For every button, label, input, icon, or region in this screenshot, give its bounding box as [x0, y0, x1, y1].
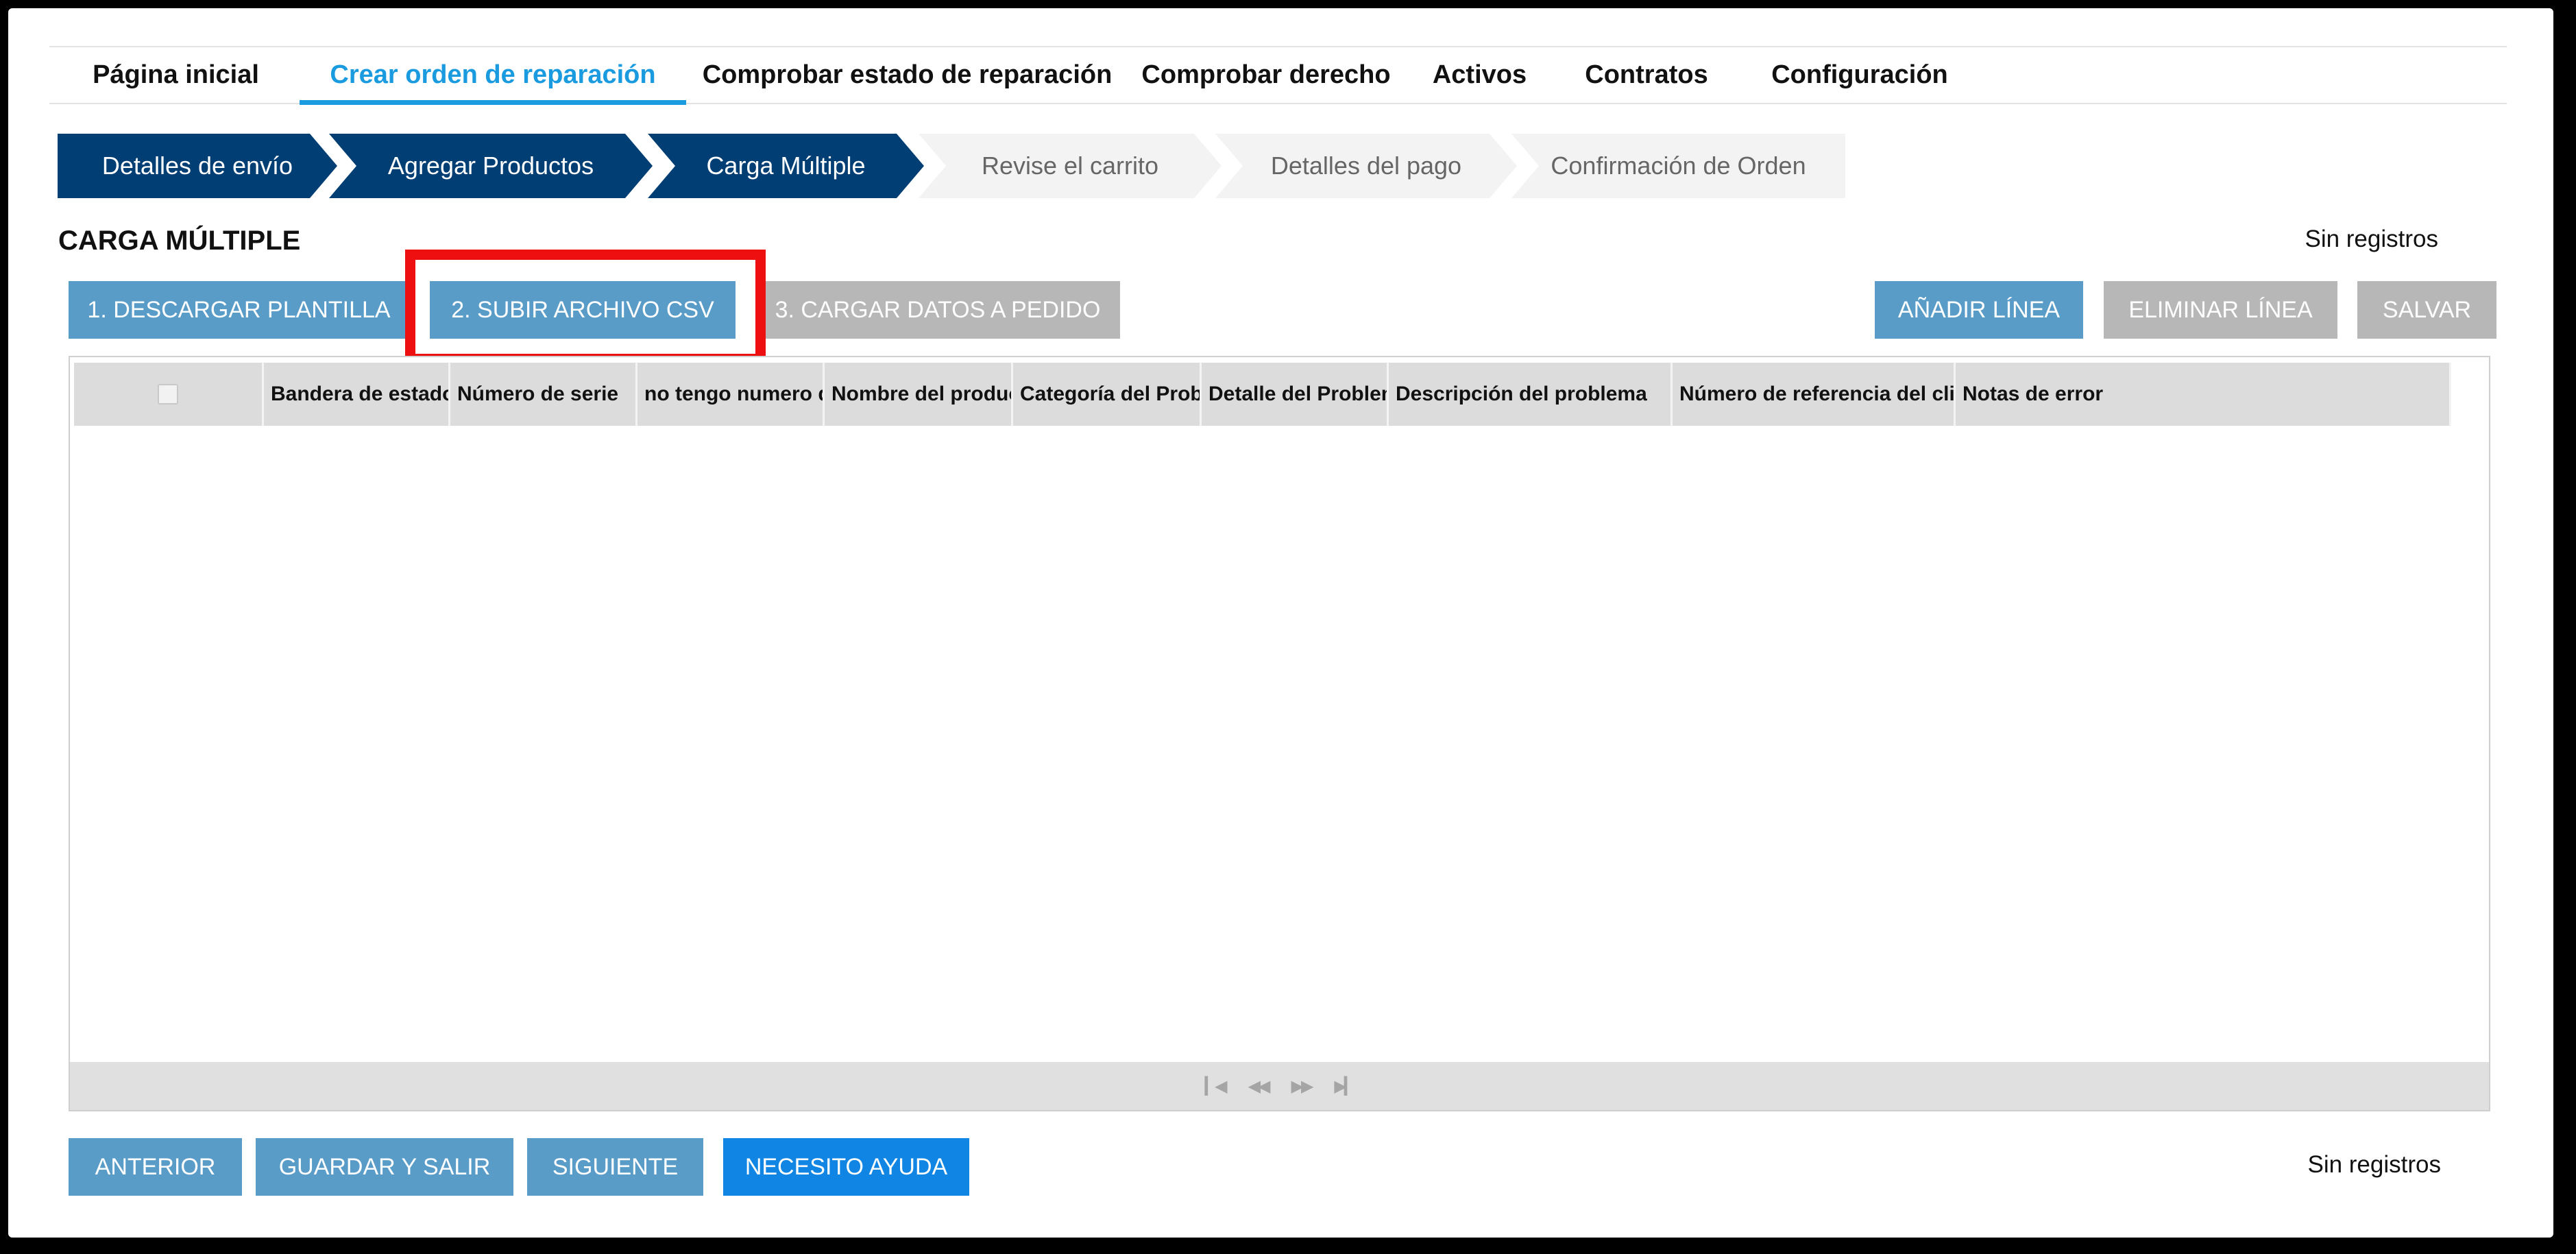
add-line-button[interactable]: AÑADIR LÍNEA	[1875, 281, 2083, 339]
tab-check-repair-status[interactable]: Comprobar estado de reparación	[686, 47, 1128, 104]
tab-contracts[interactable]: Contratos	[1555, 47, 1738, 104]
step-add-products[interactable]: Agregar Productos	[329, 134, 653, 198]
screenshot-frame: Página inicial Crear orden de reparación…	[8, 8, 2553, 1238]
select-all-checkbox[interactable]	[158, 384, 178, 405]
record-count-top: Sin registros	[2305, 226, 2438, 252]
main-panel: Página inicial Crear orden de reparación…	[49, 46, 2507, 1211]
previous-page-icon[interactable]: ◀◀	[1248, 1076, 1271, 1096]
load-data-button[interactable]: 3. CARGAR DATOS A PEDIDO	[755, 281, 1120, 339]
grid-pager: ▎◀ ◀◀ ▶▶ ▶▎	[70, 1062, 2489, 1110]
first-page-icon[interactable]: ▎◀	[1205, 1076, 1228, 1096]
tab-settings[interactable]: Configuración	[1738, 47, 1982, 104]
next-page-icon[interactable]: ▶▶	[1291, 1076, 1314, 1096]
column-header[interactable]: Descripción del problema	[1389, 363, 1673, 426]
delete-line-button[interactable]: ELIMINAR LÍNEA	[2104, 281, 2337, 339]
tab-check-entitlement[interactable]: Comprobar derecho	[1128, 47, 1404, 104]
data-grid: Bandera de estado Número de serie no ten…	[69, 356, 2490, 1111]
column-header[interactable]: Bandera de estado	[264, 363, 450, 426]
select-all-header	[74, 363, 264, 426]
page-title: CARGA MÚLTIPLE	[58, 226, 301, 256]
save-and-exit-button[interactable]: GUARDAR Y SALIR	[256, 1138, 513, 1196]
column-header[interactable]: Nombre del producto	[825, 363, 1013, 426]
step-shipping-details[interactable]: Detalles de envío	[58, 134, 337, 198]
last-page-icon[interactable]: ▶▎	[1334, 1076, 1357, 1096]
step-order-confirmation[interactable]: Confirmación de Orden	[1511, 134, 1845, 198]
tab-home[interactable]: Página inicial	[52, 47, 300, 104]
upload-csv-button[interactable]: 2. SUBIR ARCHIVO CSV	[430, 281, 736, 339]
save-button[interactable]: SALVAR	[2357, 281, 2496, 339]
step-review-cart[interactable]: Revise el carrito	[919, 134, 1222, 198]
previous-button[interactable]: ANTERIOR	[69, 1138, 242, 1196]
column-header[interactable]: no tengo numero de serie	[637, 363, 825, 426]
column-header[interactable]: Notas de error	[1956, 363, 2451, 426]
step-payment-details[interactable]: Detalles del pago	[1215, 134, 1517, 198]
column-header[interactable]: Detalle del Problema	[1202, 363, 1389, 426]
top-navigation: Página inicial Crear orden de reparación…	[49, 46, 2507, 105]
need-help-button[interactable]: NECESITO AYUDA	[723, 1138, 969, 1196]
tab-create-repair-order[interactable]: Crear orden de reparación	[300, 47, 686, 105]
grid-header: Bandera de estado Número de serie no ten…	[74, 363, 2451, 426]
column-header[interactable]: Número de referencia del cliente	[1673, 363, 1956, 426]
tab-assets[interactable]: Activos	[1404, 47, 1555, 104]
wizard-steps: Detalles de envío Agregar Productos Carg…	[49, 134, 1845, 198]
next-button[interactable]: SIGUIENTE	[527, 1138, 703, 1196]
record-count-bottom: Sin registros	[2307, 1151, 2441, 1178]
step-bulk-upload[interactable]: Carga Múltiple	[648, 134, 924, 198]
grid-body[interactable]	[74, 426, 2486, 1060]
column-header[interactable]: Número de serie	[450, 363, 637, 426]
download-template-button[interactable]: 1. DESCARGAR PLANTILLA	[69, 281, 409, 339]
column-header[interactable]: Categoría del Problema	[1013, 363, 1202, 426]
